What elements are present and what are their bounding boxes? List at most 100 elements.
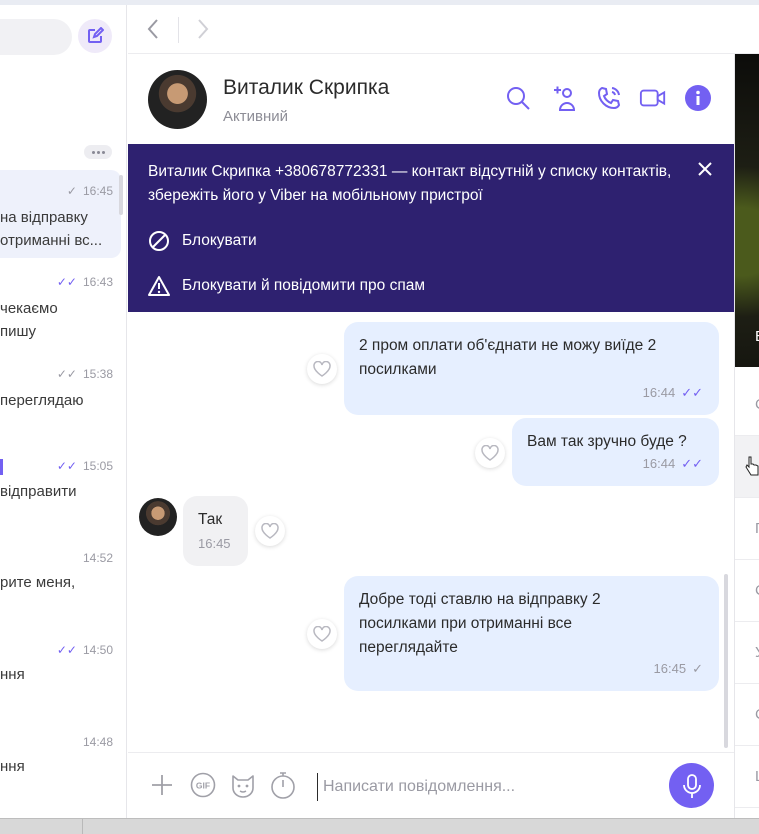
message-bubble-outgoing[interactable]: Добре тоді ставлю на відправку 2 посилка… xyxy=(344,576,719,691)
chat-list-item[interactable]: ✓✓ 14:50 ння xyxy=(0,635,121,719)
block-icon xyxy=(149,231,169,251)
photo-caption: В xyxy=(755,328,759,345)
message-time: 16:44 xyxy=(642,385,676,400)
like-heart-icon[interactable] xyxy=(307,354,337,384)
chat-preview-line: ння xyxy=(0,666,25,683)
voice-message-button[interactable] xyxy=(669,763,714,808)
chat-list-item[interactable]: ✓✓ 15:05 відправити xyxy=(0,451,121,535)
message-text: Так xyxy=(198,511,223,528)
chat-list-item[interactable]: ✓✓ 15:38 переглядаю xyxy=(0,359,121,443)
message-bubble-outgoing[interactable]: 2 пром оплати об'єднати не можу виїде 2 … xyxy=(344,322,719,415)
message-text: 2 пром оплати об'єднати не можу виїде 2 xyxy=(359,337,657,354)
chat-list-item[interactable]: 14:52 рите меня, xyxy=(0,543,121,627)
info-panel-row[interactable]: П xyxy=(735,498,759,560)
info-panel-row[interactable]: С xyxy=(735,560,759,622)
chat-time: 15:38 xyxy=(82,367,113,381)
chat-preview-line: переглядаю xyxy=(0,392,84,409)
chat-preview-line: отриманні вс... xyxy=(0,232,103,249)
taskbar xyxy=(0,818,759,834)
like-heart-icon[interactable] xyxy=(255,516,285,546)
contact-avatar[interactable] xyxy=(148,70,207,129)
contact-info-panel: В С П С У С Ц xyxy=(734,54,759,818)
block-report-spam-button[interactable]: Блокувати й повідомити про спам xyxy=(148,274,425,298)
chat-time: 14:52 xyxy=(82,551,113,565)
sticker-icon[interactable] xyxy=(229,771,257,799)
sender-avatar[interactable] xyxy=(139,498,177,536)
block-button[interactable]: Блокувати xyxy=(148,229,257,253)
info-panel-row[interactable]: Ц xyxy=(735,746,759,808)
unknown-contact-banner: Виталик Скрипка +380678772331 — контакт … xyxy=(128,144,734,312)
chat-preview-line: відправити xyxy=(0,483,77,500)
message-time: 16:45 xyxy=(198,536,231,551)
block-report-label: Блокувати й повідомити про спам xyxy=(182,277,426,294)
contact-name[interactable]: Виталик Скрипка xyxy=(223,76,389,100)
info-icon[interactable] xyxy=(684,84,712,112)
plus-icon[interactable] xyxy=(148,771,176,799)
typing-indicator xyxy=(0,459,3,475)
message-time: 16:44 xyxy=(642,456,676,471)
info-panel-row[interactable]: У xyxy=(735,622,759,684)
chat-preview-line: ння xyxy=(0,758,25,775)
like-heart-icon[interactable] xyxy=(307,619,337,649)
double-check-icon: ✓✓ xyxy=(56,367,77,381)
message-composer: GIF xyxy=(128,752,734,818)
close-icon[interactable] xyxy=(694,158,716,180)
chat-list-item[interactable]: ✓ 16:45 на відправку отриманні вс... xyxy=(0,170,121,258)
info-panel-row[interactable]: С xyxy=(735,684,759,746)
chat-list-sidebar: ✓ 16:45 на відправку отриманні вс... ✓✓ 16… xyxy=(0,5,127,818)
double-check-icon: ✓✓ xyxy=(56,275,77,289)
info-panel-row[interactable]: С xyxy=(735,374,759,436)
compose-icon xyxy=(88,27,104,43)
message-text: переглядайте xyxy=(359,639,458,656)
compose-button[interactable] xyxy=(78,19,112,53)
message-bubble-outgoing[interactable]: Вам так зручно буде ? 16:44 ✓✓ xyxy=(512,418,719,486)
voice-call-icon[interactable] xyxy=(595,84,623,112)
chevron-right-icon[interactable] xyxy=(196,17,210,41)
chat-preview-line: рите меня, xyxy=(0,574,76,591)
chat-preview-line: на відправку xyxy=(0,209,88,226)
navigation-bar xyxy=(128,5,759,54)
search-icon[interactable] xyxy=(504,84,532,112)
chat-preview-line: чекаємо xyxy=(0,300,58,317)
double-check-icon: ✓✓ xyxy=(56,459,77,473)
svg-text:GIF: GIF xyxy=(196,781,210,791)
message-list: 2 пром оплати об'єднати не можу виїде 2 … xyxy=(128,312,734,752)
message-bubble-incoming[interactable]: Так 16:45 xyxy=(183,496,248,566)
gif-icon[interactable]: GIF xyxy=(189,771,217,799)
message-time: 16:45 xyxy=(653,661,687,676)
chat-time: 14:48 xyxy=(82,735,113,749)
nav-divider xyxy=(178,17,179,43)
viber-window: ✓ 16:45 на відправку отриманні вс... ✓✓ 16… xyxy=(0,0,759,834)
chevron-left-icon[interactable] xyxy=(146,17,160,41)
more-options-button[interactable] xyxy=(84,145,112,159)
double-check-icon: ✓✓ xyxy=(681,385,703,400)
check-icon: ✓ xyxy=(66,184,77,198)
messages-scrollbar[interactable] xyxy=(724,574,728,748)
chat-time: 16:45 xyxy=(82,184,113,198)
chat-preview-line: пишу xyxy=(0,323,37,340)
message-text: посилками xyxy=(359,361,437,378)
video-call-icon[interactable] xyxy=(639,84,667,112)
check-icon: ✓ xyxy=(692,661,703,676)
chat-time: 14:50 xyxy=(82,643,113,657)
chat-time: 15:05 xyxy=(82,459,113,473)
chat-list-item[interactable]: ✓✓ 16:43 чекаємо пишу xyxy=(0,267,121,351)
message-text: Вам так зручно буде ? xyxy=(527,433,687,450)
timer-icon[interactable] xyxy=(269,771,297,799)
block-label: Блокувати xyxy=(182,232,257,249)
message-text: Добре тоді ставлю на відправку 2 xyxy=(359,591,601,608)
double-check-icon: ✓✓ xyxy=(681,456,703,471)
banner-message: Виталик Скрипка +380678772331 — контакт … xyxy=(148,163,672,204)
chat-list-item[interactable]: 14:48 ння xyxy=(0,727,121,811)
chat-header: Виталик Скрипка Активний xyxy=(128,54,734,144)
like-heart-icon[interactable] xyxy=(475,438,505,468)
message-input[interactable] xyxy=(317,773,647,801)
double-check-icon: ✓✓ xyxy=(56,643,77,657)
search-input[interactable] xyxy=(0,19,72,55)
warning-icon xyxy=(148,276,170,296)
sidebar-scrollbar[interactable] xyxy=(119,175,123,215)
add-participant-icon[interactable] xyxy=(550,84,578,112)
chat-time: 16:43 xyxy=(82,275,113,289)
hand-cursor-icon xyxy=(745,456,759,476)
message-text: посилками при отриманні все xyxy=(359,615,573,632)
